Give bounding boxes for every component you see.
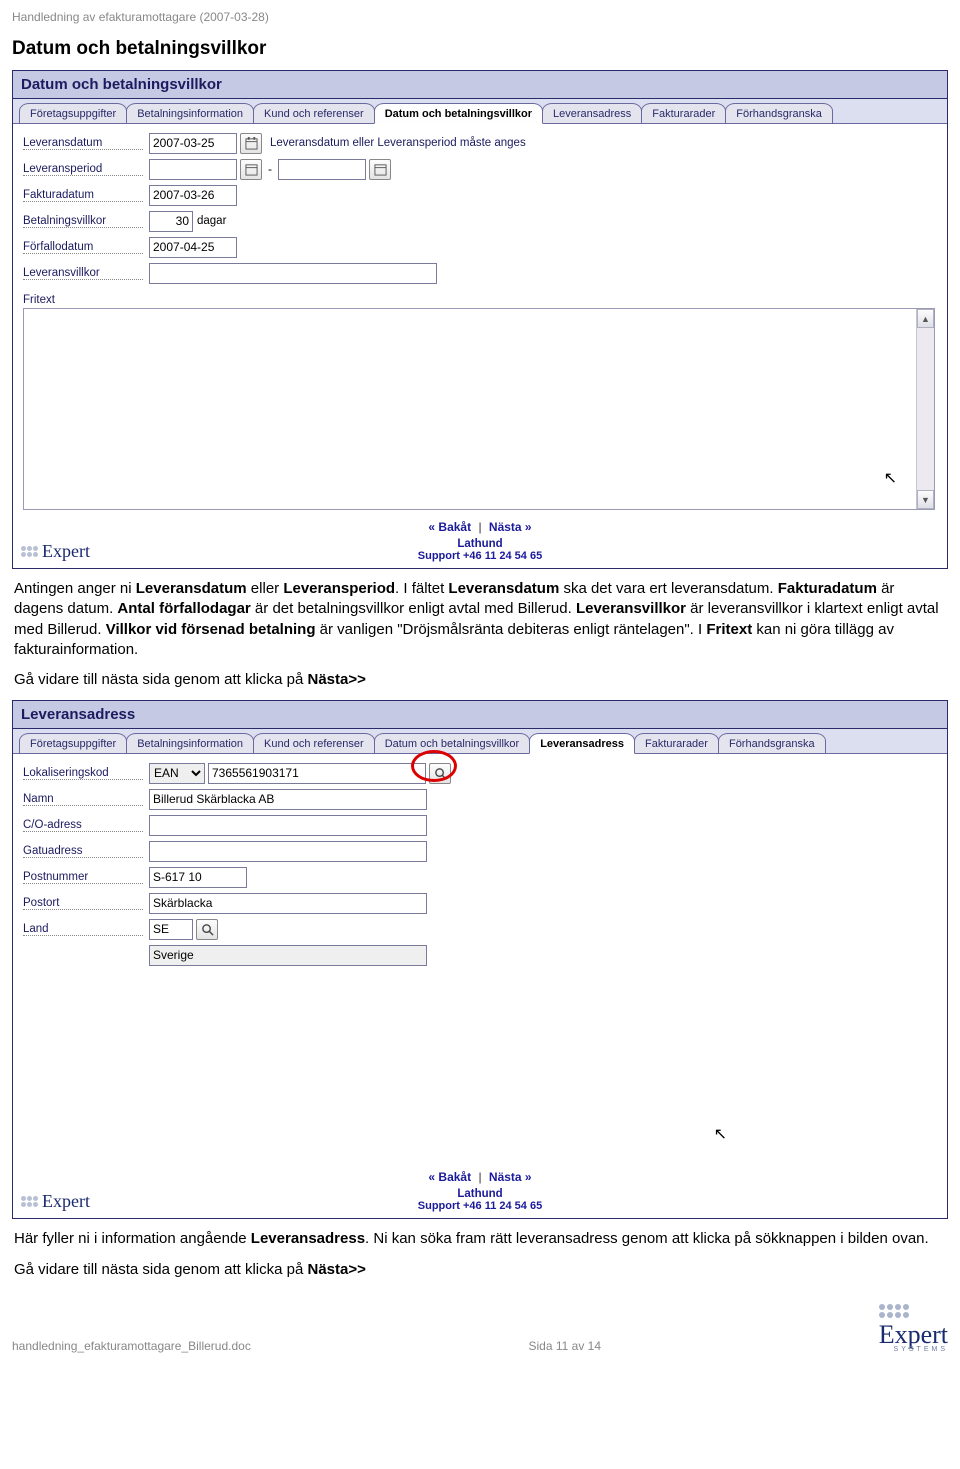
label-fritext: Fritext <box>23 294 143 306</box>
logo-expert: Expert <box>21 541 90 562</box>
input-postnummer[interactable] <box>149 867 247 888</box>
label-fakturadatum: Fakturadatum <box>23 189 143 202</box>
tab-företagsuppgifter[interactable]: Företagsuppgifter <box>19 733 127 753</box>
input-lokkod[interactable] <box>208 763 426 784</box>
panel-datum: Datum och betalningsvillkor Företagsuppg… <box>12 70 948 569</box>
scroll-up-icon[interactable]: ▲ <box>917 309 934 328</box>
label-dagar: dagar <box>197 215 226 227</box>
panel-leveransadress: Leveransadress FöretagsuppgifterBetalnin… <box>12 700 948 1219</box>
tab-kund-och-referenser[interactable]: Kund och referenser <box>253 733 375 753</box>
label-forfallodatum: Förfallodatum <box>23 241 143 254</box>
tab-förhandsgranska[interactable]: Förhandsgranska <box>718 733 826 753</box>
nav-next-link[interactable]: Nästa » <box>489 1170 532 1184</box>
select-lokkod-type[interactable]: EAN <box>149 763 205 784</box>
period-separator: - <box>268 162 272 176</box>
panel-title: Leveransadress <box>13 701 947 729</box>
tab-kund-och-referenser[interactable]: Kund och referenser <box>253 103 375 123</box>
input-leveransvillkor[interactable] <box>149 263 437 284</box>
cursor-icon: ↖ <box>884 468 897 488</box>
para-2: Här fyller ni i information angående Lev… <box>14 1229 946 1249</box>
tab-fakturarader[interactable]: Fakturarader <box>634 733 719 753</box>
tab-betalningsinformation[interactable]: Betalningsinformation <box>126 733 254 753</box>
input-leveransdatum[interactable] <box>149 133 237 154</box>
label-leveransperiod: Leveransperiod <box>23 163 143 176</box>
doc-header: Handledning av efakturamottagare (2007-0… <box>12 10 948 24</box>
scroll-down-icon[interactable]: ▼ <box>917 490 934 509</box>
tab-förhandsgranska[interactable]: Förhandsgranska <box>725 103 833 123</box>
tab-row-2: FöretagsuppgifterBetalningsinformationKu… <box>13 729 947 754</box>
calendar-icon[interactable] <box>369 159 391 180</box>
textarea-fritext[interactable]: ▲ ▼ <box>23 308 935 510</box>
input-land-code[interactable] <box>149 919 193 940</box>
nav-back-link[interactable]: « Bakåt <box>428 520 471 534</box>
lathund-link[interactable]: Lathund <box>13 538 947 550</box>
scrollbar[interactable]: ▲ ▼ <box>916 309 934 509</box>
calendar-icon[interactable] <box>240 159 262 180</box>
label-betalningsvillkor: Betalningsvillkor <box>23 215 143 228</box>
label-postort: Postort <box>23 897 143 910</box>
tab-leveransadress[interactable]: Leveransadress <box>529 733 635 754</box>
lathund-link[interactable]: Lathund <box>13 1188 947 1200</box>
panel-title: Datum och betalningsvillkor <box>13 71 947 99</box>
tab-row-1: FöretagsuppgifterBetalningsinformationKu… <box>13 99 947 124</box>
nav-next-link[interactable]: Nästa » <box>489 520 532 534</box>
tab-företagsuppgifter[interactable]: Företagsuppgifter <box>19 103 127 123</box>
logo-expert-large: Expert SYSTEMS <box>879 1304 948 1353</box>
label-leveransdatum: Leveransdatum <box>23 137 143 150</box>
input-forfallodatum[interactable] <box>149 237 237 258</box>
cursor-icon: ↖ <box>714 1124 727 1144</box>
label-namn: Namn <box>23 793 143 806</box>
label-lokkod: Lokaliseringskod <box>23 767 143 780</box>
tab-betalningsinformation[interactable]: Betalningsinformation <box>126 103 254 123</box>
footer-filename: handledning_efakturamottagare_Billerud.d… <box>12 1339 251 1353</box>
input-gatu[interactable] <box>149 841 427 862</box>
input-betalningsvillkor[interactable] <box>149 211 193 232</box>
label-leveransvillkor: Leveransvillkor <box>23 267 143 280</box>
para-1: Antingen anger ni Leveransdatum eller Le… <box>14 579 946 660</box>
display-land-name <box>149 945 427 966</box>
input-namn[interactable] <box>149 789 427 810</box>
search-icon[interactable] <box>429 763 451 784</box>
hint-leveransdatum: Leveransdatum eller Leveransperiod måste… <box>270 137 526 149</box>
input-leveransperiod-from[interactable] <box>149 159 237 180</box>
support-text: Support +46 11 24 54 65 <box>13 550 947 562</box>
input-postort[interactable] <box>149 893 427 914</box>
input-co[interactable] <box>149 815 427 836</box>
label-co: C/O-adress <box>23 819 143 832</box>
search-icon[interactable] <box>196 919 218 940</box>
logo-expert: Expert <box>21 1191 90 1212</box>
support-text: Support +46 11 24 54 65 <box>13 1200 947 1212</box>
calendar-icon[interactable] <box>240 133 262 154</box>
tab-fakturarader[interactable]: Fakturarader <box>641 103 726 123</box>
label-postnummer: Postnummer <box>23 871 143 884</box>
section-heading-1: Datum och betalningsvillkor <box>12 38 948 60</box>
footer-page: Sida 11 av 14 <box>529 1339 602 1353</box>
tab-leveransadress[interactable]: Leveransadress <box>542 103 642 123</box>
label-land: Land <box>23 923 143 936</box>
nav-back-link[interactable]: « Bakåt <box>428 1170 471 1184</box>
label-gatu: Gatuadress <box>23 845 143 858</box>
input-fakturadatum[interactable] <box>149 185 237 206</box>
tab-datum-och-betalningsvillkor[interactable]: Datum och betalningsvillkor <box>374 733 531 753</box>
para-2b: Gå vidare till nästa sida genom att klic… <box>14 1260 946 1280</box>
input-leveransperiod-to[interactable] <box>278 159 366 180</box>
para-1b: Gå vidare till nästa sida genom att klic… <box>14 670 946 690</box>
tab-datum-och-betalningsvillkor[interactable]: Datum och betalningsvillkor <box>374 103 543 124</box>
